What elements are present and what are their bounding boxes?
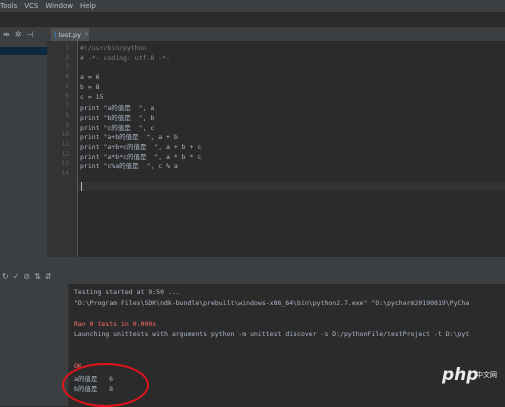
- code-line: # -*- coding: utf-8 -*-: [80, 53, 171, 62]
- line-gutter: 1 2 3 4 5 6 7 8 9 10 11 12 13 14: [47, 41, 78, 257]
- code-line: print "a+b的值是 ", a + b: [80, 133, 178, 142]
- line-number: 12: [61, 150, 69, 158]
- line-number: 14: [61, 170, 69, 178]
- run-toolbar: ↻ ✓ ⊘ ⇅ ⇵: [0, 269, 505, 285]
- php-watermark-logo: php 中文网: [441, 365, 497, 384]
- cancel-icon[interactable]: ⊘: [23, 272, 30, 281]
- line-number: 4: [65, 73, 69, 81]
- current-line-highlight: [78, 182, 505, 191]
- line-number: 7: [65, 102, 69, 110]
- rerun-icon[interactable]: ↻: [2, 272, 9, 281]
- line-number: 10: [61, 131, 69, 139]
- code-line: print "a的值是 ", a: [80, 104, 155, 113]
- menu-help[interactable]: Help: [80, 2, 96, 10]
- hide-icon[interactable]: ⊣: [26, 30, 33, 39]
- tab-label: test.py: [58, 30, 81, 39]
- code-line: print "c的值是 ", c: [80, 123, 155, 132]
- line-number: 6: [65, 92, 69, 100]
- line-number: 9: [65, 121, 69, 129]
- line-number: 8: [65, 111, 69, 119]
- menu-window[interactable]: Window: [45, 2, 73, 10]
- editor-tab-bar: ⇹ ✲ ⊣ test.py ×: [0, 27, 505, 43]
- menu-bar: Tools VCS Window Help: [0, 0, 505, 12]
- console-line: Ran 0 tests in 0.000s: [74, 319, 157, 328]
- project-selected-row[interactable]: [0, 47, 47, 55]
- code-line: a = 6: [80, 73, 100, 82]
- sort-icon[interactable]: ⇅: [34, 272, 41, 281]
- code-line: #!/usr/bin/python: [80, 44, 147, 52]
- code-line: print "a*b*c的值是 ", a * b * c: [80, 152, 202, 161]
- line-number: 13: [61, 160, 69, 168]
- line-number: 3: [65, 63, 69, 71]
- code-line: print "a+b+c的值是 ", a + b + c: [80, 143, 202, 151]
- console-line: Testing started at 9:50 ...: [74, 288, 180, 296]
- sort-alpha-icon[interactable]: ⇵: [45, 272, 52, 281]
- menu-tools[interactable]: Tools: [0, 2, 17, 10]
- menu-vcs[interactable]: VCS: [24, 2, 38, 10]
- check-icon[interactable]: ✓: [13, 272, 20, 281]
- gear-icon[interactable]: ✲: [15, 30, 22, 39]
- close-icon[interactable]: ×: [84, 31, 89, 38]
- code-line: print "b的值是 ", b: [80, 113, 155, 122]
- split-icon[interactable]: ⇹: [3, 30, 10, 39]
- code-line: c = 15: [80, 92, 104, 101]
- test-tree-panel[interactable]: [0, 284, 69, 406]
- text-caret: [81, 182, 82, 191]
- line-number: 1: [65, 44, 69, 51]
- line-number: 5: [65, 82, 69, 90]
- console-line: Launching unittests with arguments pytho…: [74, 330, 470, 339]
- console-line: "D:\Program Files\SDK\ndk-bundle\prebuil…: [74, 298, 470, 307]
- panel-splitter[interactable]: [0, 257, 505, 269]
- line-number: 2: [65, 53, 69, 61]
- run-toolbar-icons: ↻ ✓ ⊘ ⇅ ⇵: [2, 272, 52, 281]
- project-panel[interactable]: [0, 41, 47, 257]
- line-number: 11: [61, 141, 69, 148]
- red-circle-annotation: [62, 363, 149, 407]
- code-line: b = 8: [80, 82, 100, 91]
- watermark-text: php: [441, 365, 478, 384]
- svg-text:中文网: 中文网: [476, 370, 497, 379]
- toolbar-icons: ⇹ ✲ ⊣: [3, 29, 33, 39]
- python-file-icon: [55, 31, 57, 38]
- code-line: print "c%a的值是 ", c % a: [80, 162, 178, 171]
